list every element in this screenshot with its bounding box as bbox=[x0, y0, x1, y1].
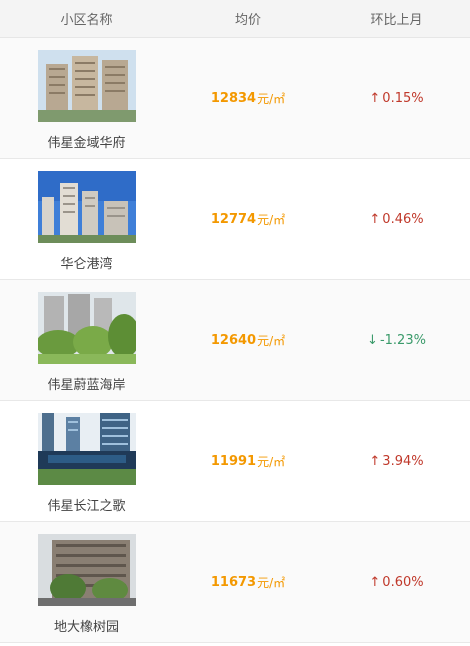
price-unit: 元/㎡ bbox=[257, 212, 286, 227]
community-cell: 华仑港湾 bbox=[0, 167, 173, 272]
price-cell: 11673 元/㎡ bbox=[173, 574, 323, 591]
price-unit: 元/㎡ bbox=[257, 454, 286, 469]
table-row[interactable]: 伟星蔚蓝海岸 12640 元/㎡ ↓ -1.23% bbox=[0, 280, 470, 401]
community-name: 伟星长江之歌 bbox=[47, 498, 126, 514]
community-cell: 伟星长江之歌 bbox=[0, 409, 173, 514]
price-cell: 11991 元/㎡ bbox=[173, 453, 323, 470]
change-cell: ↑ 0.60% bbox=[323, 575, 470, 590]
arrow-up-icon: ↑ bbox=[369, 574, 381, 590]
change-value: 3.94% bbox=[382, 453, 424, 469]
price-value: 12774 bbox=[210, 211, 257, 227]
community-name: 伟星金域华府 bbox=[47, 135, 126, 151]
arrow-up-icon: ↑ bbox=[369, 211, 381, 227]
change-value: 0.15% bbox=[382, 90, 424, 106]
table-row[interactable]: 伟星金域华府 12834 元/㎡ ↑ 0.15% bbox=[0, 38, 470, 159]
community-name: 伟星蔚蓝海岸 bbox=[47, 377, 126, 393]
price-value: 12834 bbox=[210, 90, 257, 106]
price-unit: 元/㎡ bbox=[257, 575, 286, 590]
community-photo[interactable] bbox=[37, 412, 136, 485]
change-value: 0.46% bbox=[382, 211, 424, 227]
price-cell: 12834 元/㎡ bbox=[173, 90, 323, 107]
change-value: -1.23% bbox=[379, 332, 426, 348]
header-change: 环比上月 bbox=[370, 13, 423, 28]
community-name: 地大橡树园 bbox=[53, 619, 119, 635]
community-photo[interactable] bbox=[37, 49, 136, 122]
arrow-up-icon: ↑ bbox=[369, 90, 381, 106]
arrow-down-icon: ↓ bbox=[367, 332, 378, 348]
change-cell: ↓ -1.23% bbox=[323, 333, 470, 348]
header-name: 小区名称 bbox=[60, 13, 113, 28]
table-row[interactable]: 华仑港湾 12774 元/㎡ ↑ 0.46% bbox=[0, 159, 470, 280]
community-cell: 伟星蔚蓝海岸 bbox=[0, 288, 173, 393]
change-cell: ↑ 0.15% bbox=[323, 91, 470, 106]
community-name: 华仑港湾 bbox=[60, 256, 113, 272]
community-photo[interactable] bbox=[37, 291, 136, 364]
price-cell: 12640 元/㎡ bbox=[173, 332, 323, 349]
price-unit: 元/㎡ bbox=[257, 333, 286, 348]
community-cell: 地大橡树园 bbox=[0, 530, 173, 635]
community-photo[interactable] bbox=[37, 533, 136, 606]
price-value: 12640 bbox=[210, 332, 257, 348]
table-row[interactable]: 地大橡树园 11673 元/㎡ ↑ 0.60% bbox=[0, 522, 470, 643]
price-cell: 12774 元/㎡ bbox=[173, 211, 323, 228]
arrow-up-icon: ↑ bbox=[369, 453, 381, 469]
change-value: 0.60% bbox=[382, 574, 424, 590]
price-table: 小区名称 均价 环比上月 伟星金域华府 12834 元/㎡ ↑ 0.15% 华仑… bbox=[0, 0, 470, 643]
table-header: 小区名称 均价 环比上月 bbox=[0, 0, 470, 38]
table-row[interactable]: 伟星长江之歌 11991 元/㎡ ↑ 3.94% bbox=[0, 401, 470, 522]
price-unit: 元/㎡ bbox=[257, 91, 286, 106]
price-value: 11673 bbox=[210, 574, 257, 590]
community-photo[interactable] bbox=[37, 170, 136, 243]
header-price: 均价 bbox=[234, 13, 261, 28]
price-value: 11991 bbox=[210, 453, 257, 469]
community-cell: 伟星金域华府 bbox=[0, 46, 173, 151]
change-cell: ↑ 3.94% bbox=[323, 454, 470, 469]
change-cell: ↑ 0.46% bbox=[323, 212, 470, 227]
